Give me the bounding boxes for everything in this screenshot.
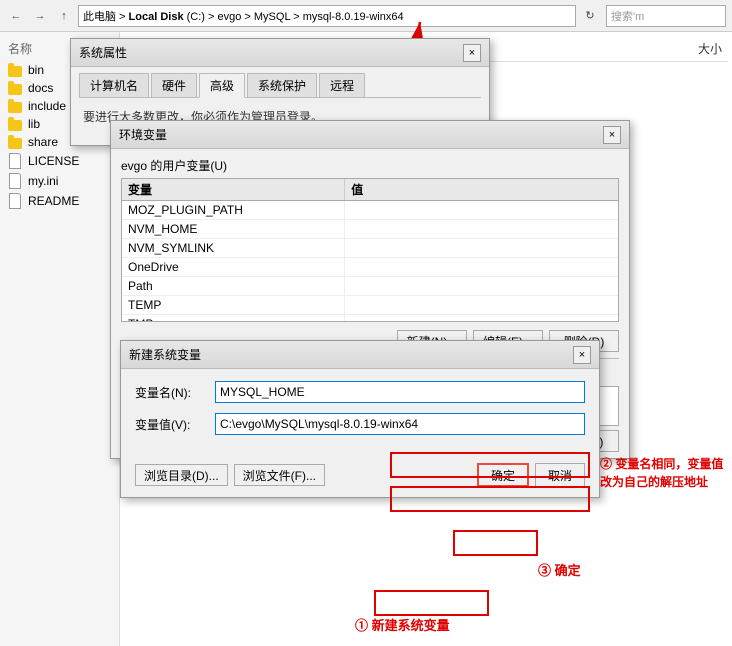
var-value [345,315,618,321]
file-icon [8,173,24,189]
sidebar-item-license[interactable]: LICENSE [0,151,119,171]
var-name: MOZ_PLUGIN_PATH [122,201,345,219]
table-row[interactable]: NVM_HOME [122,220,618,239]
newsysvar-titlebar: 新建系统变量 × [121,341,599,369]
search-placeholder: 搜索'm [611,8,644,24]
file-icon [8,153,24,169]
size-column-header: 大小 [692,38,728,59]
sysprop-close-button[interactable]: × [463,44,481,62]
var-name: NVM_HOME [122,220,345,238]
var-column-header: 变量 [122,179,345,200]
var-value-row: 变量值(V): [135,413,585,435]
tab-system-protection[interactable]: 系统保护 [247,73,317,97]
footer-right: 确定 取消 [477,463,585,487]
tab-computer-name[interactable]: 计算机名 [79,73,149,97]
sidebar-item-label: LICENSE [28,154,79,168]
tab-remote[interactable]: 远程 [319,73,365,97]
var-name: Path [122,277,345,295]
up-button[interactable]: ↑ [54,6,74,26]
var-name: TEMP [122,296,345,314]
table-row[interactable]: Path [122,277,618,296]
var-value [345,201,618,219]
table-row[interactable]: MOZ_PLUGIN_PATH [122,201,618,220]
var-value-input[interactable] [215,413,585,435]
var-value [345,220,618,238]
tab-hardware[interactable]: 硬件 [151,73,197,97]
sidebar-item-label: README [28,194,79,208]
table-row[interactable]: OneDrive [122,258,618,277]
var-name-row: 变量名(N): [135,381,585,403]
envvars-title: 环境变量 [119,126,167,143]
var-name: NVM_SYMLINK [122,239,345,257]
table-header: 变量 值 [122,179,618,201]
explorer-toolbar: ← → ↑ 此电脑 > Local Disk (C:) > evgo > MyS… [0,0,732,32]
var-value-label: 变量值(V): [135,416,215,433]
var-value [345,239,618,257]
nav-icons: ← → ↑ [6,6,74,26]
envvars-titlebar: 环境变量 × [111,121,629,149]
sidebar-item-label: lib [28,117,40,131]
refresh-button[interactable]: ↻ [580,6,600,26]
footer-left: 浏览目录(D)... 浏览文件(F)... [135,464,325,486]
sidebar-item-readme[interactable]: README [0,191,119,211]
newsysvar-title: 新建系统变量 [129,346,201,363]
address-bar[interactable]: 此电脑 > Local Disk (C:) > evgo > MySQL > m… [78,5,576,27]
folder-icon [8,99,24,113]
sysprop-title: 系统属性 [79,44,127,61]
sidebar-item-myini[interactable]: my.ini [0,171,119,191]
file-icon [8,193,24,209]
var-value [345,277,618,295]
browse-dir-button[interactable]: 浏览目录(D)... [135,464,228,486]
folder-icon [8,117,24,131]
user-vars-list: MOZ_PLUGIN_PATH NVM_HOME NVM_SYMLINK One… [122,201,618,321]
newsysvar-footer: 浏览目录(D)... 浏览文件(F)... 确定 取消 [121,457,599,497]
var-name-label: 变量名(N): [135,384,215,401]
sysprop-titlebar: 系统属性 × [71,39,489,67]
var-value [345,296,618,314]
var-value [345,258,618,276]
newsysvar-dialog: 新建系统变量 × 变量名(N): 变量值(V): 浏览目录(D)... 浏览文件… [120,340,600,498]
sidebar-item-label: share [28,135,58,149]
var-name: TMP [122,315,345,321]
envvars-close-button[interactable]: × [603,126,621,144]
newsysvar-close-button[interactable]: × [573,346,591,364]
sidebar-item-label: my.ini [28,174,58,188]
forward-button[interactable]: → [30,6,50,26]
sidebar-item-label: docs [28,81,53,95]
folder-icon [8,81,24,95]
back-button[interactable]: ← [6,6,26,26]
address-text: 此电脑 > Local Disk (C:) > evgo > MySQL > m… [83,8,404,24]
table-row[interactable]: TEMP [122,296,618,315]
sidebar-item-label: bin [28,63,44,77]
var-name: OneDrive [122,258,345,276]
user-vars-label: evgo 的用户变量(U) [121,157,619,174]
search-box[interactable]: 搜索'm [606,5,726,27]
var-name-input[interactable] [215,381,585,403]
user-vars-table: 变量 值 MOZ_PLUGIN_PATH NVM_HOME NVM_SYMLIN… [121,178,619,322]
folder-icon [8,135,24,149]
newsysvar-body: 变量名(N): 变量值(V): [121,369,599,457]
user-vars-section: evgo 的用户变量(U) 变量 值 MOZ_PLUGIN_PATH NVM_H… [121,157,619,322]
val-column-header: 值 [345,179,618,200]
cancel-button[interactable]: 取消 [535,463,585,487]
sysprop-tabs: 计算机名 硬件 高级 系统保护 远程 [71,67,489,97]
sidebar-item-label: include [28,99,66,113]
table-row[interactable]: TMP [122,315,618,321]
tab-advanced[interactable]: 高级 [199,73,245,98]
browse-file-button[interactable]: 浏览文件(F)... [234,464,325,486]
ok-button[interactable]: 确定 [477,463,529,487]
table-row[interactable]: NVM_SYMLINK [122,239,618,258]
folder-icon [8,63,24,77]
